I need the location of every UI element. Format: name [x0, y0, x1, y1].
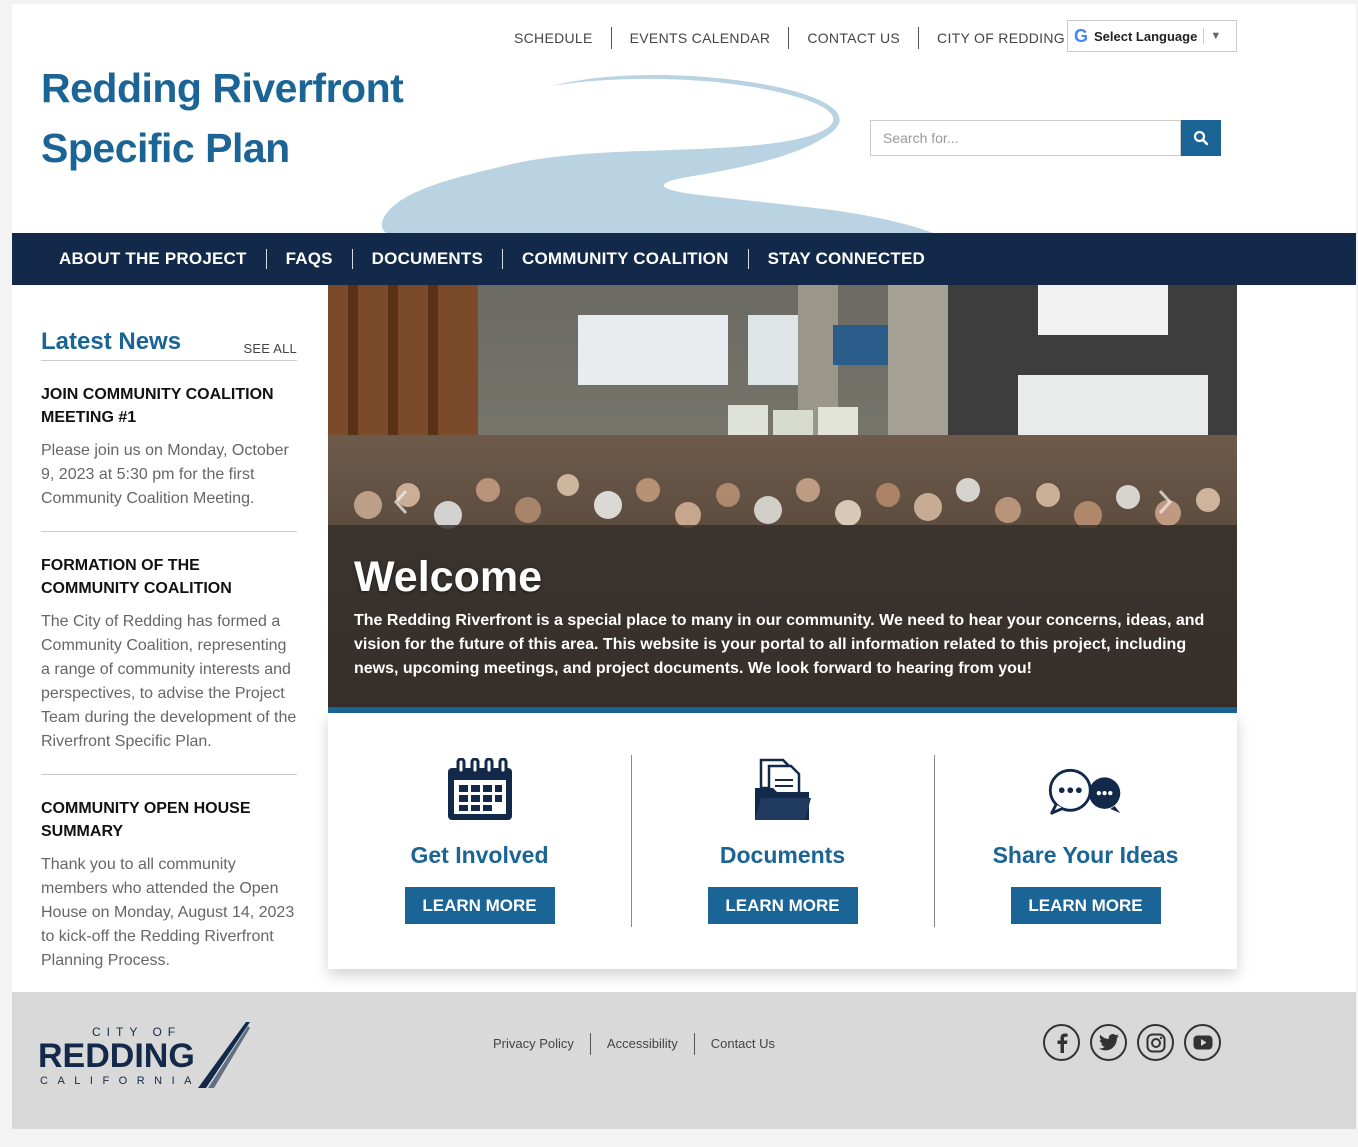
latest-news-header: Latest News SEE ALL [41, 328, 297, 361]
nav-stay-connected[interactable]: STAY CONNECTED [749, 249, 944, 269]
city-of-redding-logo[interactable]: CITY OF REDDING CALIFORNIA [38, 1022, 258, 1094]
youtube-icon[interactable] [1184, 1024, 1221, 1061]
slider-next-arrow[interactable] [1150, 485, 1180, 519]
site-footer: CITY OF REDDING CALIFORNIA Privacy Polic… [12, 992, 1356, 1129]
search-button[interactable] [1181, 120, 1221, 156]
search-form [870, 120, 1221, 156]
calendar-icon [440, 755, 520, 827]
card-get-involved: Get Involved LEARN MORE [328, 713, 631, 969]
card-documents: Documents LEARN MORE [631, 713, 934, 969]
instagram-icon[interactable] [1137, 1024, 1174, 1061]
page: Redding Riverfront Specific Plan SCHEDUL… [12, 4, 1356, 1129]
documents-learn-more-button[interactable]: LEARN MORE [707, 887, 858, 924]
site-title-line2: Specific Plan [41, 125, 290, 171]
site-title[interactable]: Redding Riverfront Specific Plan [41, 58, 404, 178]
feature-cards: Get Involved LEARN MORE Documents LEARN … [328, 713, 1237, 969]
chat-bubbles-icon [1046, 755, 1126, 827]
social-links [1043, 1024, 1221, 1061]
see-all-link[interactable]: SEE ALL [244, 341, 297, 356]
hero-caption: Welcome The Redding Riverfront is a spec… [328, 525, 1237, 707]
news-item: FORMATION OF THE COMMUNITY COALITION The… [41, 532, 297, 775]
site-title-line1: Redding Riverfront [41, 65, 404, 111]
hero-title: Welcome [354, 553, 542, 601]
card-title[interactable]: Documents [720, 839, 845, 871]
logo-california: CALIFORNIA [40, 1075, 201, 1087]
twitter-icon[interactable] [1090, 1024, 1127, 1061]
search-icon [1193, 130, 1209, 146]
chevron-right-icon [1158, 489, 1173, 515]
documents-folder-icon [743, 755, 823, 827]
footer-links: Privacy Policy Accessibility Contact Us [477, 1032, 791, 1056]
footer-link-privacy-policy[interactable]: Privacy Policy [477, 1033, 591, 1055]
site-header: Redding Riverfront Specific Plan SCHEDUL… [12, 4, 1356, 233]
language-select[interactable]: G Select Language ▼ [1067, 20, 1237, 52]
news-item-body: Thank you to all community members who a… [41, 856, 295, 969]
utility-nav: SCHEDULE EVENTS CALENDAR CONTACT US CITY… [496, 26, 1083, 50]
main-nav: ABOUT THE PROJECT FAQS DOCUMENTS COMMUNI… [12, 233, 1356, 285]
dropdown-arrow-icon: ▼ [1210, 30, 1222, 42]
utility-link-schedule[interactable]: SCHEDULE [496, 27, 612, 49]
nav-community-coalition[interactable]: COMMUNITY COALITION [503, 249, 749, 269]
hero-slider: Welcome The Redding Riverfront is a spec… [328, 285, 1237, 707]
card-title[interactable]: Share Your Ideas [993, 839, 1179, 871]
nav-documents[interactable]: DOCUMENTS [353, 249, 504, 269]
latest-news-sidebar: Latest News SEE ALL JOIN COMMUNITY COALI… [41, 285, 297, 993]
utility-link-city-of-redding[interactable]: CITY OF REDDING [919, 27, 1083, 49]
news-item-body: Please join us on Monday, October 9, 202… [41, 442, 289, 507]
footer-link-contact-us[interactable]: Contact Us [695, 1033, 791, 1055]
nav-about-the-project[interactable]: ABOUT THE PROJECT [40, 249, 267, 269]
share-ideas-learn-more-button[interactable]: LEARN MORE [1010, 887, 1161, 924]
card-title[interactable]: Get Involved [410, 839, 548, 871]
logo-redding: REDDING [38, 1037, 195, 1075]
get-involved-learn-more-button[interactable]: LEARN MORE [404, 887, 555, 924]
river-graphic [381, 75, 933, 233]
news-item-body: The City of Redding has formed a Communi… [41, 613, 297, 750]
latest-news-title[interactable]: Latest News [41, 328, 181, 356]
chevron-left-icon [393, 489, 408, 515]
footer-link-accessibility[interactable]: Accessibility [591, 1033, 695, 1055]
utility-link-events-calendar[interactable]: EVENTS CALENDAR [612, 27, 790, 49]
google-icon: G [1074, 25, 1089, 46]
news-item: COMMUNITY OPEN HOUSE SUMMARY Thank you t… [41, 775, 297, 993]
news-item: JOIN COMMUNITY COALITION MEETING #1 Plea… [41, 361, 297, 532]
language-select-label: Select Language [1094, 28, 1198, 44]
slider-prev-arrow[interactable] [386, 485, 416, 519]
hero-text: The Redding Riverfront is a special plac… [354, 612, 1205, 677]
card-share-your-ideas: Share Your Ideas LEARN MORE [934, 713, 1237, 969]
news-item-title[interactable]: FORMATION OF THE COMMUNITY COALITION [41, 554, 297, 600]
facebook-icon[interactable] [1043, 1024, 1080, 1061]
search-input[interactable] [870, 120, 1181, 156]
utility-link-contact-us[interactable]: CONTACT US [789, 27, 920, 49]
nav-faqs[interactable]: FAQS [267, 249, 353, 269]
news-item-title[interactable]: COMMUNITY OPEN HOUSE SUMMARY [41, 797, 297, 843]
news-item-title[interactable]: JOIN COMMUNITY COALITION MEETING #1 [41, 383, 297, 429]
